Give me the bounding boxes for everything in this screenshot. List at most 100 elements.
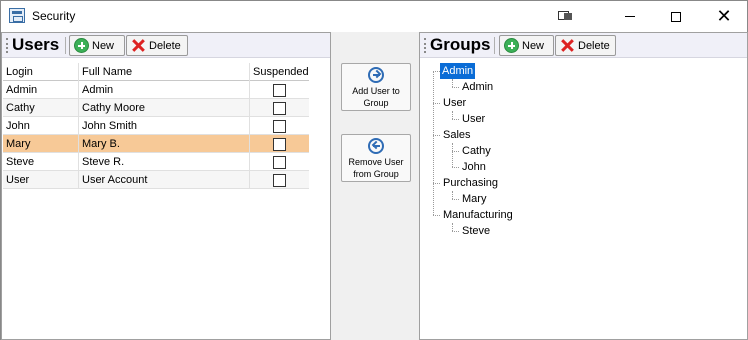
login-cell: Admin	[3, 81, 79, 99]
suspended-checkbox[interactable]	[273, 84, 286, 97]
tree-member-node[interactable]: Cathy	[460, 143, 493, 159]
suspended-cell	[250, 117, 309, 135]
tree-connector	[433, 183, 440, 184]
full-name-cell: Steve R.	[79, 153, 250, 171]
title-bar[interactable]: Security ✕	[1, 1, 747, 32]
snap-layout-icon[interactable]	[558, 10, 574, 22]
tree-connector	[433, 135, 440, 136]
users-toolbar: Users New Delete	[2, 33, 330, 58]
user-row[interactable]: Admin Admin	[3, 81, 309, 99]
tree-connector	[452, 151, 459, 152]
arrow-right-circle-icon	[368, 67, 384, 83]
suspended-checkbox[interactable]	[273, 138, 286, 151]
plus-circle-icon	[504, 38, 519, 53]
tree-group-node[interactable]: User	[441, 95, 468, 111]
tree-connector	[452, 199, 459, 200]
tree-connector	[433, 71, 440, 72]
suspended-checkbox[interactable]	[273, 174, 286, 187]
tree-member-node[interactable]: Steve	[460, 223, 492, 239]
login-cell: Mary	[3, 135, 79, 153]
users-grid-header: Login Full Name Suspended	[3, 63, 309, 81]
new-user-label: New	[92, 39, 115, 52]
suspended-cell	[250, 135, 309, 153]
tree-group-node[interactable]: Purchasing	[441, 175, 500, 191]
user-row[interactable]: User User Account	[3, 171, 309, 189]
tree-connector	[452, 231, 459, 232]
tree-member-node[interactable]: Admin	[460, 79, 495, 95]
tree-connector	[452, 191, 453, 199]
arrow-left-circle-icon	[368, 138, 384, 154]
user-row[interactable]: John John Smith	[3, 117, 309, 135]
window-title: Security	[32, 9, 76, 23]
add-user-to-group-label: Add User to Group	[352, 86, 400, 108]
tree-connector	[433, 103, 440, 104]
delete-group-label: Delete	[578, 39, 610, 52]
suspended-cell	[250, 99, 309, 117]
full-name-cell: User Account	[79, 171, 250, 189]
tree-connector	[452, 87, 459, 88]
suspended-checkbox[interactable]	[273, 120, 286, 133]
tree-connector	[452, 79, 453, 87]
toolbar-separator	[494, 37, 495, 54]
suspended-checkbox[interactable]	[273, 102, 286, 115]
column-header-login[interactable]: Login	[3, 63, 79, 81]
full-name-cell: Mary B.	[79, 135, 250, 153]
tree-group-node[interactable]: Sales	[441, 127, 473, 143]
plus-circle-icon	[74, 38, 89, 53]
groups-panel: Groups New Delete Admin Admin User User …	[419, 32, 748, 340]
suspended-cell	[250, 171, 309, 189]
delete-group-button[interactable]: Delete	[555, 35, 616, 56]
app-window-icon	[9, 8, 25, 23]
suspended-cell	[250, 81, 309, 99]
delete-user-label: Delete	[149, 39, 181, 52]
full-name-cell: Cathy Moore	[79, 99, 250, 117]
delete-user-button[interactable]: Delete	[126, 35, 188, 56]
users-panel: Users New Delete Login Full Name Suspend…	[1, 32, 331, 340]
user-row-selected[interactable]: Mary Mary B.	[3, 135, 309, 153]
users-title: Users	[12, 35, 60, 54]
new-user-button[interactable]: New	[69, 35, 125, 56]
tree-group-node[interactable]: Manufacturing	[441, 207, 515, 223]
minimize-icon	[625, 16, 635, 17]
tree-connector	[452, 111, 453, 119]
delete-x-icon	[560, 38, 575, 53]
tree-group-node-selected[interactable]: Admin	[440, 63, 476, 79]
user-row[interactable]: Cathy Cathy Moore	[3, 99, 309, 117]
delete-x-icon	[131, 38, 146, 53]
login-cell: Cathy	[3, 99, 79, 117]
suspended-checkbox[interactable]	[273, 156, 286, 169]
toolbar-grip[interactable]	[424, 38, 426, 53]
tree-connector	[452, 167, 459, 168]
action-strip: Add User to Group Remove User from Group	[331, 32, 419, 340]
security-window: Security ✕ Users New Delete Login Full N…	[0, 0, 748, 340]
tree-connector	[433, 71, 434, 215]
tree-member-node[interactable]: User	[460, 111, 487, 127]
tree-connector	[452, 223, 453, 231]
maximize-button[interactable]	[653, 1, 699, 32]
add-user-to-group-button[interactable]: Add User to Group	[341, 63, 411, 111]
tree-member-node[interactable]: John	[460, 159, 488, 175]
minimize-button[interactable]	[607, 1, 653, 32]
groups-title: Groups	[430, 35, 491, 54]
tree-connector	[452, 143, 453, 167]
new-group-label: New	[522, 39, 545, 52]
remove-user-from-group-button[interactable]: Remove User from Group	[341, 134, 411, 182]
column-header-suspended[interactable]: Suspended	[250, 63, 309, 81]
groups-toolbar: Groups New Delete	[420, 33, 747, 58]
tree-connector	[452, 119, 459, 120]
remove-user-from-group-label: Remove User from Group	[348, 157, 404, 179]
close-button[interactable]: ✕	[701, 1, 747, 32]
tree-connector	[433, 215, 440, 216]
full-name-cell: Admin	[79, 81, 250, 99]
suspended-cell	[250, 153, 309, 171]
maximize-icon	[671, 11, 681, 22]
close-icon: ✕	[716, 5, 732, 27]
user-row[interactable]: Steve Steve R.	[3, 153, 309, 171]
login-cell: User	[3, 171, 79, 189]
tree-member-node[interactable]: Mary	[460, 191, 488, 207]
new-group-button[interactable]: New	[499, 35, 554, 56]
column-header-full-name[interactable]: Full Name	[79, 63, 250, 81]
login-cell: Steve	[3, 153, 79, 171]
toolbar-grip[interactable]	[6, 38, 8, 53]
toolbar-separator	[65, 37, 66, 54]
